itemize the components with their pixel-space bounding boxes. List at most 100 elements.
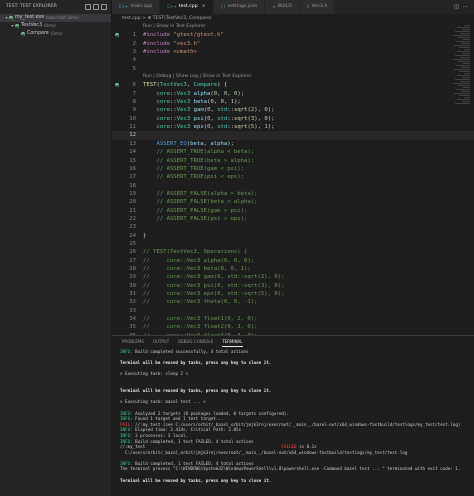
line-number: 26 [129,249,136,256]
minimap-line [454,93,470,94]
code-line[interactable]: 1 #include "gtest/gtest.h" [112,31,474,39]
code-line[interactable]: 19 // ASSERT_FALSE(alpha > beta); [112,190,474,198]
panel-tab-debug-console[interactable]: DEBUG CONSOLE [178,336,213,347]
code-line[interactable]: 29 // core::Vec3 gam(0, std::sqrt(2), 0); [112,273,474,281]
minimap-line [454,69,470,70]
terminal-text: Terminal will be reused by tasks, press … [120,477,272,483]
code-line[interactable]: 26 // TEST(TestVec3, Operations) { [112,248,474,256]
code-line[interactable]: 27 // core::Vec3 alpha(0, 0, 0); [112,257,474,265]
code-line[interactable]: 14 // ASSERT_TRUE(alpha < beta); [112,148,474,156]
code-token: // core::Vec3 float1(0, 2, 0); [143,316,258,323]
file-icon: h [307,4,310,9]
code-line[interactable]: 35 // core::Vec3 float2(0, 3, 0); [112,323,474,331]
tab-test-cpp[interactable]: C++ test.cpp × [160,0,214,14]
code-line[interactable]: 15 // ASSERT_TRUE(beta > alpha); [112,157,474,165]
more-icon[interactable] [101,4,107,10]
test-tree-item[interactable]: Compare (0ms) [0,30,111,38]
code-line[interactable]: 28 // core::Vec3 beta(0, 0, 1); [112,265,474,273]
code-line[interactable]: 25 [112,240,474,248]
terminal-text: FAILED [281,444,297,450]
minimap[interactable] [450,23,474,335]
code-text: core::Vec3 psi(0, std::sqrt(3), 0); [143,115,274,123]
code-line[interactable]: 9 core::Vec3 gam(0, std::sqrt(2), 0); [112,106,474,114]
codelens-actions[interactable]: Run | Debug | Show Log | Show in Test Ex… [143,73,252,81]
panel-tabs: PROBLEMS OUTPUT DEBUG CONSOLE TERMINAL [112,336,474,347]
code-line[interactable]: 3 #include <cmath> [112,48,474,56]
line-number: 8 [132,99,136,106]
code-token: psi [193,115,204,122]
code-line[interactable]: 32 // core::Vec3 theta(0, 0, -1); [112,298,474,306]
line-number: 17 [129,174,136,181]
code-line[interactable]: 13 ASSERT_EQ(beta, alpha); [112,140,474,148]
minimap-line [461,67,470,68]
minimap-line [457,51,470,52]
code-line[interactable]: 4 [112,56,474,64]
minimap-line [463,87,470,88]
code-line[interactable]: 24} [112,232,474,240]
tab-settings-json[interactable]: {} settings.json [213,0,266,14]
test-item-label: my_test.exe [15,15,45,20]
code-line[interactable]: 10 core::Vec3 psi(0, std::sqrt(3), 0); [112,115,474,123]
breadcrumb[interactable]: test.cpp > ⊕ TEST(TestVec3, Compare) [112,14,474,23]
code-line[interactable]: 20 // ASSERT_FALSE(beta < alpha); [112,198,474,206]
line-number: 11 [129,124,136,131]
code-text: // ASSERT_FALSE(gam > psi); [143,207,247,215]
minimap-line [461,43,470,44]
code-line[interactable]: 17 // ASSERT_TRUE(psi < eps); [112,173,474,181]
minimap-line [463,39,470,40]
code-text: // ASSERT_FALSE(alpha > beta); [143,190,257,198]
terminal-text: > Executing task: sleep 2 < [120,371,189,377]
code-line[interactable]: 30 // core::Vec3 psi(0, std::sqrt(3), 0); [112,282,474,290]
codelens[interactable]: Run | Show in Test Explorer [112,23,474,31]
code-token: core [156,107,170,114]
code-line[interactable]: 11 core::Vec3 eps(0, std::sqrt(5), 1); [112,123,474,131]
terminal-text: //:my_test [120,444,282,450]
minimap-line [453,35,470,36]
panel-tab-output[interactable]: OUTPUT [153,336,169,347]
code-token: beta [193,99,208,106]
test-tree: ▾ my_test.exe bazel test (0ms) ▾ TestVec3 (0m… [0,14,111,38]
code-token: Vec3 [176,115,191,122]
code-line[interactable]: 16 // ASSERT_TRUE(gam < psi); [112,165,474,173]
tab-vec3-h[interactable]: h Vec3.h [300,0,336,14]
line-number: 34 [129,316,136,323]
panel-tab-terminal[interactable]: TERMINAL [222,336,243,347]
test-tree-item[interactable]: ▾ TestVec3 (0ms) [0,22,111,30]
code-line[interactable]: 31 // core::Vec3 eps(0, std::sqrt(5), 0); [112,290,474,298]
code-line[interactable]: 7 core::Vec3 alpha(0, 0, 0); [112,90,474,98]
codelens-actions[interactable]: Run | Show in Test Explorer [143,23,205,31]
line-number: 19 [129,190,136,197]
code-line[interactable]: 23 [112,223,474,231]
code-line[interactable]: 5 [112,65,474,73]
line-number: 10 [129,115,136,122]
code-line[interactable]: 18 [112,182,474,190]
tab-label: test.cpp [178,4,198,9]
tab-build[interactable]: ≡ BUILD [265,0,301,14]
split-editor-icon[interactable]: ◫ [454,4,459,10]
code-line[interactable]: 21 // ASSERT_FALSE(gam > psi); [112,207,474,215]
code-line[interactable]: 8 core::Vec3 beta(0, 0, 1); [112,98,474,106]
terminal-output[interactable]: INFO: Build completed successfully, 4 to… [120,349,470,483]
tab-main-cpp[interactable]: C++ main.cpp [112,0,161,14]
more-actions-icon[interactable]: ⋯ [463,4,468,10]
minimap-line [463,63,470,64]
code-line[interactable]: 2 #include "vec3.h" [112,40,474,48]
refresh-icon[interactable] [93,4,99,10]
run-all-icon[interactable] [85,4,91,10]
codelens[interactable]: Run | Debug | Show Log | Show in Test Ex… [112,73,474,81]
code-line[interactable]: 34 // core::Vec3 float1(0, 2, 0); [112,315,474,323]
terminal-text: INFO: [120,460,136,466]
code-editor[interactable]: Run | Show in Test Explorer 1 #include "gt… [112,23,474,335]
code-text: core::Vec3 gam(0, std::sqrt(2), 0); [143,106,274,114]
code-line[interactable]: 6 TEST(TestVec3, Compare) { [112,81,474,89]
test-tree-item[interactable]: ▾ my_test.exe bazel test (0ms) [0,14,111,22]
panel-tab-problems[interactable]: PROBLEMS [122,336,144,347]
code-line[interactable]: 12 [112,131,474,140]
code-token: , [213,99,221,106]
code-token: Vec3 [176,90,191,97]
code-token: :: [169,115,177,122]
minimap-line [460,33,470,34]
close-icon[interactable]: × [202,0,206,14]
code-line[interactable]: 22 // ASSERT_FALSE(psi > eps); [112,215,474,223]
code-line[interactable]: 33 [112,307,474,315]
